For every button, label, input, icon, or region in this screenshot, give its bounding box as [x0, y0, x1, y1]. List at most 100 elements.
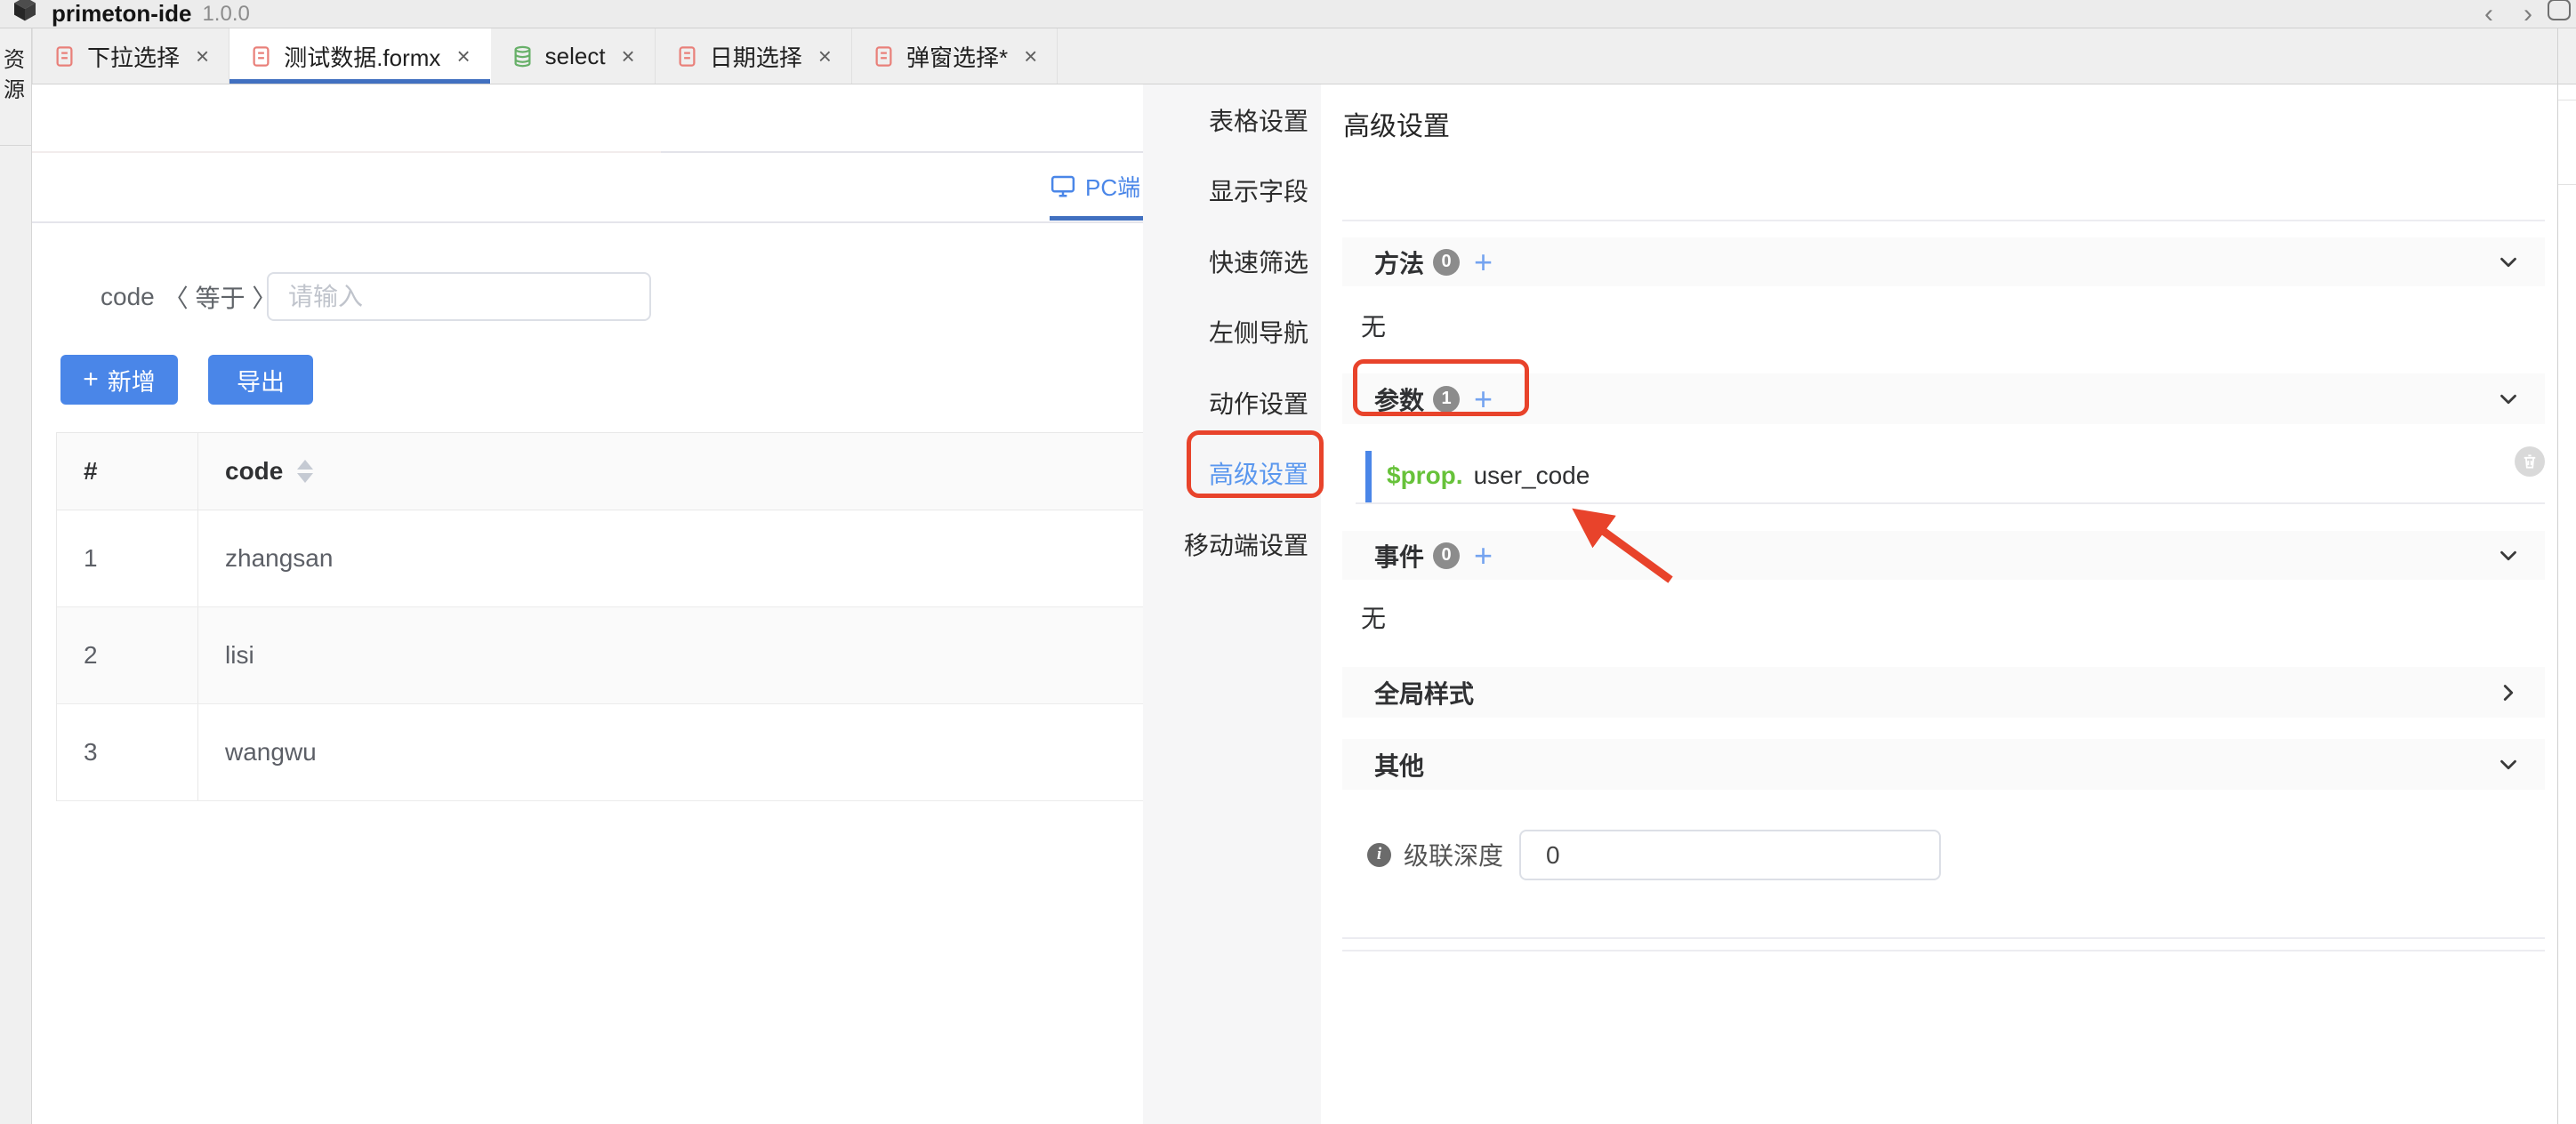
plus-icon: + [83, 367, 99, 392]
section-label: 参数 [1374, 381, 1424, 417]
chevron-down-icon[interactable] [2495, 751, 2522, 778]
panel-divider [1342, 937, 2545, 939]
chevron-down-icon[interactable] [2495, 542, 2522, 569]
database-icon [511, 44, 535, 68]
section-label: 全局样式 [1374, 675, 1474, 711]
cell-index: 1 [57, 510, 198, 606]
menu-item-table-settings[interactable]: 表格设置 [1143, 84, 1321, 156]
chevron-down-icon[interactable] [2495, 386, 2522, 413]
param-name: user_code [1474, 462, 1590, 490]
menu-item-quick-filter[interactable]: 快速筛选 [1143, 226, 1321, 297]
cell-index: 3 [57, 704, 198, 800]
settings-menu: 表格设置 显示字段 快速筛选 左侧导航 动作设置 高级设置 移动端设置 [1143, 84, 1321, 1124]
section-label: 事件 [1374, 538, 1424, 574]
trash-icon [2521, 453, 2539, 470]
export-button[interactable]: 导出 [208, 355, 313, 405]
section-events[interactable]: 事件 0 + [1342, 531, 2545, 580]
filter-value-input[interactable] [267, 272, 651, 321]
tab-label: 弹窗选择* [906, 40, 1008, 73]
editor-tab-test-data[interactable]: 测试数据.formx × [229, 28, 490, 84]
strip-divider [2558, 184, 2576, 185]
form-file-icon [249, 44, 273, 68]
right-strip-header [2558, 28, 2576, 84]
filter-field-name: code [101, 283, 155, 311]
add-button-label: 新增 [108, 363, 156, 397]
panel-divider [1342, 220, 2545, 221]
events-empty-text: 无 [1361, 599, 1386, 635]
strip-divider [0, 145, 32, 146]
add-param-icon[interactable]: + [1474, 386, 1493, 413]
param-item[interactable]: $prop. user_code [1387, 462, 1590, 490]
add-button[interactable]: + 新增 [60, 355, 178, 405]
app-version: 1.0.0 [202, 2, 249, 27]
chevron-down-icon[interactable] [2495, 249, 2522, 276]
cascade-depth-field: i 级联深度 [1367, 835, 1503, 874]
editor-tab-date-select[interactable]: 日期选择 × [656, 28, 852, 84]
column-header-label: code [225, 457, 283, 486]
tab-label: 日期选择 [710, 40, 802, 73]
info-icon: i [1367, 843, 1391, 867]
add-method-icon[interactable]: + [1474, 249, 1493, 276]
close-icon[interactable]: × [1024, 43, 1037, 70]
monitor-icon [1050, 173, 1076, 199]
tab-label: 下拉选择 [87, 40, 180, 73]
tab-pc-label: PC端 [1085, 170, 1140, 203]
filter-field-label: code 〈 等于 〉 [101, 272, 277, 321]
sidebar-item-resources[interactable]: 资源 [4, 48, 28, 108]
section-methods[interactable]: 方法 0 + [1342, 237, 2545, 286]
param-item-accent-bar [1365, 451, 1372, 502]
nav-forward-icon[interactable]: › [2508, 1, 2548, 28]
nav-back-icon[interactable]: ‹ [2469, 1, 2508, 28]
tab-pc-view[interactable]: PC端 [1050, 157, 1140, 215]
column-header-label: # [84, 457, 98, 486]
param-prefix: $prop. [1387, 462, 1463, 490]
toggle-panel-icon[interactable] [2548, 0, 2571, 20]
form-file-icon [872, 44, 896, 68]
editor-tab-dropdown-select[interactable]: 下拉选择 × [32, 28, 229, 84]
section-label: 其他 [1374, 747, 1424, 783]
section-label: 方法 [1374, 245, 1424, 280]
cell-index: 2 [57, 607, 198, 703]
section-other[interactable]: 其他 [1342, 739, 2545, 790]
active-tab-underline [1050, 216, 1149, 221]
tab-label: select [545, 43, 606, 70]
delete-param-button[interactable] [2515, 446, 2545, 477]
title-bar: primeton-ide 1.0.0 ‹ › [0, 0, 2576, 28]
close-icon[interactable]: × [818, 43, 832, 70]
app-logo-cube-icon [11, 0, 39, 28]
close-icon[interactable]: × [456, 43, 470, 70]
close-icon[interactable]: × [196, 43, 209, 70]
app-title: primeton-ide [52, 0, 191, 28]
menu-item-mobile-settings[interactable]: 移动端设置 [1143, 509, 1321, 580]
section-global-style[interactable]: 全局样式 [1342, 667, 2545, 718]
count-badge: 0 [1433, 542, 1460, 569]
ide-window: primeton-ide 1.0.0 ‹ › 资源 下拉选择 × 测试数据.fo… [0, 0, 2576, 1124]
menu-item-action-settings[interactable]: 动作设置 [1143, 367, 1321, 438]
sort-icon[interactable] [297, 460, 313, 483]
add-event-icon[interactable]: + [1474, 542, 1493, 569]
column-header-index[interactable]: # [57, 433, 198, 510]
export-button-label: 导出 [237, 363, 285, 397]
section-params[interactable]: 参数 1 + [1342, 373, 2545, 424]
editor-tab-select[interactable]: select × [491, 28, 656, 84]
right-sidebar-strip[interactable] [2557, 28, 2576, 1124]
param-item-divider [1356, 502, 2545, 504]
menu-item-left-nav[interactable]: 左侧导航 [1143, 297, 1321, 368]
menu-item-display-fields[interactable]: 显示字段 [1143, 156, 1321, 227]
editor-tab-popup-select[interactable]: 弹窗选择* × [852, 28, 1058, 84]
advanced-settings-panel: 高级设置 方法 0 + 无 参数 1 + $prop. user_code [1321, 84, 2557, 1124]
close-icon[interactable]: × [622, 43, 635, 70]
tab-label: 测试数据.formx [284, 40, 440, 73]
count-badge: 0 [1433, 249, 1460, 276]
cascade-depth-label: 级联深度 [1404, 837, 1503, 872]
resource-sidebar-strip: 资源 [0, 28, 32, 1124]
count-badge: 1 [1433, 386, 1460, 413]
panel-divider [1342, 950, 2545, 951]
canvas-divider [32, 151, 661, 153]
menu-item-advanced-settings[interactable]: 高级设置 [1143, 438, 1321, 510]
chevron-right-icon[interactable] [2495, 679, 2522, 706]
form-file-icon [52, 44, 76, 68]
panel-title: 高级设置 [1343, 104, 1450, 143]
filter-operator: 〈 等于 〉 [164, 279, 278, 315]
cascade-depth-input[interactable] [1519, 830, 1941, 880]
